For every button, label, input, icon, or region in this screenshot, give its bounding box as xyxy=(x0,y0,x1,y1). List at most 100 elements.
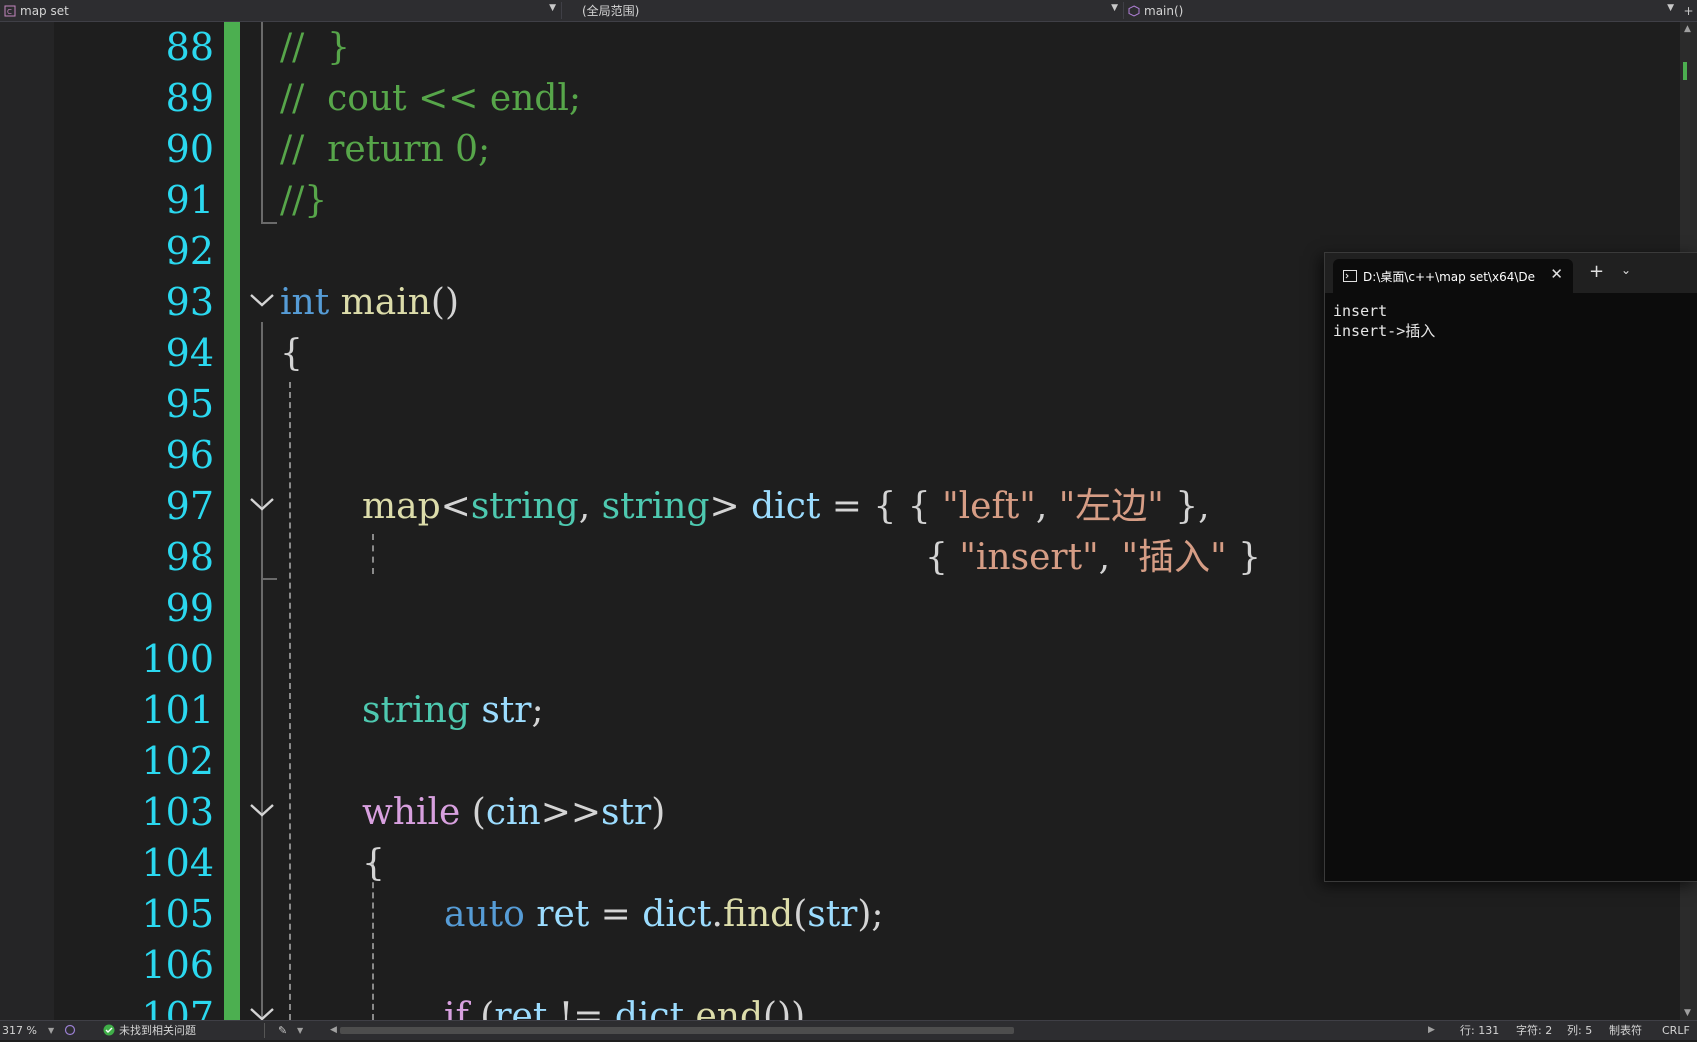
line-number: 101 xyxy=(141,688,214,732)
punctuation-token: { xyxy=(925,537,960,578)
scope-guide-end xyxy=(261,222,277,224)
code-line-91: //} xyxy=(280,180,328,221)
chevron-down-icon: ▼ xyxy=(1667,3,1674,13)
scope-guide xyxy=(261,22,263,224)
punctuation-token: } xyxy=(1226,537,1262,578)
horizontal-scrollbar-thumb[interactable] xyxy=(340,1027,1014,1034)
code-line-93: int main() xyxy=(280,277,459,328)
string-token: "insert" xyxy=(959,537,1099,578)
line-number: 99 xyxy=(165,586,214,630)
line-number-gutter: 88 89 90 91 92 93 94 95 96 97 98 99 100 … xyxy=(54,22,224,1038)
project-dropdown[interactable]: C map set ▼ xyxy=(0,0,560,21)
line-number: 88 xyxy=(165,25,214,69)
scroll-right-icon[interactable]: ▶ xyxy=(1428,1021,1435,1040)
string-token: "left" xyxy=(942,486,1036,527)
line-number: 103 xyxy=(141,790,214,834)
punctuation-token: ; xyxy=(531,690,544,731)
punctuation-token: < xyxy=(440,486,471,527)
chevron-down-icon: ▼ xyxy=(549,3,556,13)
line-number: 96 xyxy=(165,433,214,477)
console-tab-bar: D:\桌面\c++\map set\x64\Del ✕ + ⌄ xyxy=(1325,253,1697,293)
variable-token: ret xyxy=(524,894,590,935)
punctuation-token: , xyxy=(1098,537,1122,578)
variable-token: dict xyxy=(751,486,821,527)
copilot-icon[interactable] xyxy=(64,1021,76,1040)
line-indicator[interactable]: 行: 131 xyxy=(1460,1021,1499,1040)
line-number: 89 xyxy=(165,76,214,120)
fold-chevron-icon[interactable] xyxy=(248,494,276,514)
scroll-up-icon[interactable]: ▲ xyxy=(1684,24,1691,34)
scope-label: (全局范围) xyxy=(582,4,640,18)
char-indicator[interactable]: 字符: 2 xyxy=(1516,1021,1552,1040)
punctuation-token: > xyxy=(709,486,752,527)
variable-token: str xyxy=(601,792,652,833)
operator-token: >> xyxy=(540,792,602,833)
console-tab[interactable]: D:\桌面\c++\map set\x64\Del ✕ xyxy=(1333,259,1573,293)
keyword-token: int xyxy=(280,282,330,323)
console-window[interactable]: D:\桌面\c++\map set\x64\Del ✕ + ⌄ insert i… xyxy=(1324,252,1697,882)
terminal-icon xyxy=(1343,270,1357,282)
scroll-down-icon[interactable]: ▼ xyxy=(1684,1008,1691,1018)
line-number: 97 xyxy=(165,484,214,528)
line-ending[interactable]: CRLF xyxy=(1662,1021,1690,1040)
variable-token: str xyxy=(807,894,858,935)
console-output: insert insert->插入 xyxy=(1333,302,1436,340)
code-line-98: { "insert", "插入" } xyxy=(925,532,1261,583)
issues-label[interactable]: 未找到相关问题 xyxy=(119,1021,196,1040)
string-token: "插入" xyxy=(1121,537,1227,578)
line-number: 98 xyxy=(165,535,214,579)
code-line-94: { xyxy=(280,333,303,374)
punctuation-token: , xyxy=(578,486,602,527)
punctuation-token: ( xyxy=(793,894,808,935)
column-indicator[interactable]: 列: 5 xyxy=(1567,1021,1592,1040)
code-line-101: string str; xyxy=(362,685,544,736)
status-ok-icon xyxy=(103,1021,115,1040)
glyph-margin xyxy=(0,22,54,1020)
code-line-90: // return 0; xyxy=(280,129,491,170)
chevron-down-icon[interactable]: ⌄ xyxy=(1621,263,1631,277)
svg-text:C: C xyxy=(7,8,12,16)
line-number: 93 xyxy=(165,280,214,324)
type-token: string xyxy=(362,690,470,731)
type-token: string xyxy=(601,486,710,527)
chevron-down-icon[interactable]: ▼ xyxy=(48,1021,54,1040)
code-line-103: while (cin>>str) xyxy=(362,787,665,838)
keyword-token: auto xyxy=(444,894,525,935)
chevron-down-icon: ▼ xyxy=(1111,3,1118,13)
fold-chevron-icon[interactable] xyxy=(248,800,276,820)
line-number: 95 xyxy=(165,382,214,426)
variable-token: cin xyxy=(485,792,541,833)
code-line-88: // } xyxy=(280,27,351,68)
chevron-down-icon[interactable]: ▼ xyxy=(297,1021,303,1040)
line-number: 106 xyxy=(141,943,214,987)
divider xyxy=(264,1023,265,1038)
indent-mode[interactable]: 制表符 xyxy=(1609,1021,1642,1040)
brush-icon[interactable]: ✎ xyxy=(278,1021,287,1040)
string-token: "左边" xyxy=(1058,486,1164,527)
line-number: 92 xyxy=(165,229,214,273)
line-number: 94 xyxy=(165,331,214,375)
navigation-bar: C map set ▼ (全局范围) ▼ main() ▼ + xyxy=(0,0,1697,22)
control-keyword-token: while xyxy=(362,792,461,833)
code-line-97: map<string, string> dict = { { "left", "… xyxy=(362,481,1210,532)
line-number: 105 xyxy=(141,892,214,936)
function-dropdown[interactable]: main() ▼ xyxy=(1124,0,1678,21)
new-tab-button[interactable]: + xyxy=(1589,261,1604,282)
type-token: string xyxy=(470,486,579,527)
function-token: find xyxy=(722,894,794,935)
close-icon[interactable]: ✕ xyxy=(1550,265,1563,283)
split-icon[interactable]: + xyxy=(1680,0,1697,21)
operator-token: = xyxy=(589,894,643,935)
indent-guide xyxy=(289,382,291,1020)
scope-guide xyxy=(261,522,263,772)
punctuation-token: ( xyxy=(460,792,486,833)
fold-chevron-icon[interactable] xyxy=(248,290,276,310)
scrollbar-marker xyxy=(1683,62,1687,80)
project-icon: C xyxy=(4,5,16,16)
line-number: 90 xyxy=(165,127,214,171)
scroll-left-icon[interactable]: ◀ xyxy=(330,1021,337,1040)
scope-dropdown[interactable]: (全局范围) ▼ xyxy=(562,0,1122,21)
code-line-105: auto ret = dict.find(str); xyxy=(444,889,884,940)
zoom-level[interactable]: 317 % xyxy=(2,1021,37,1040)
scope-guide-end xyxy=(261,578,277,580)
